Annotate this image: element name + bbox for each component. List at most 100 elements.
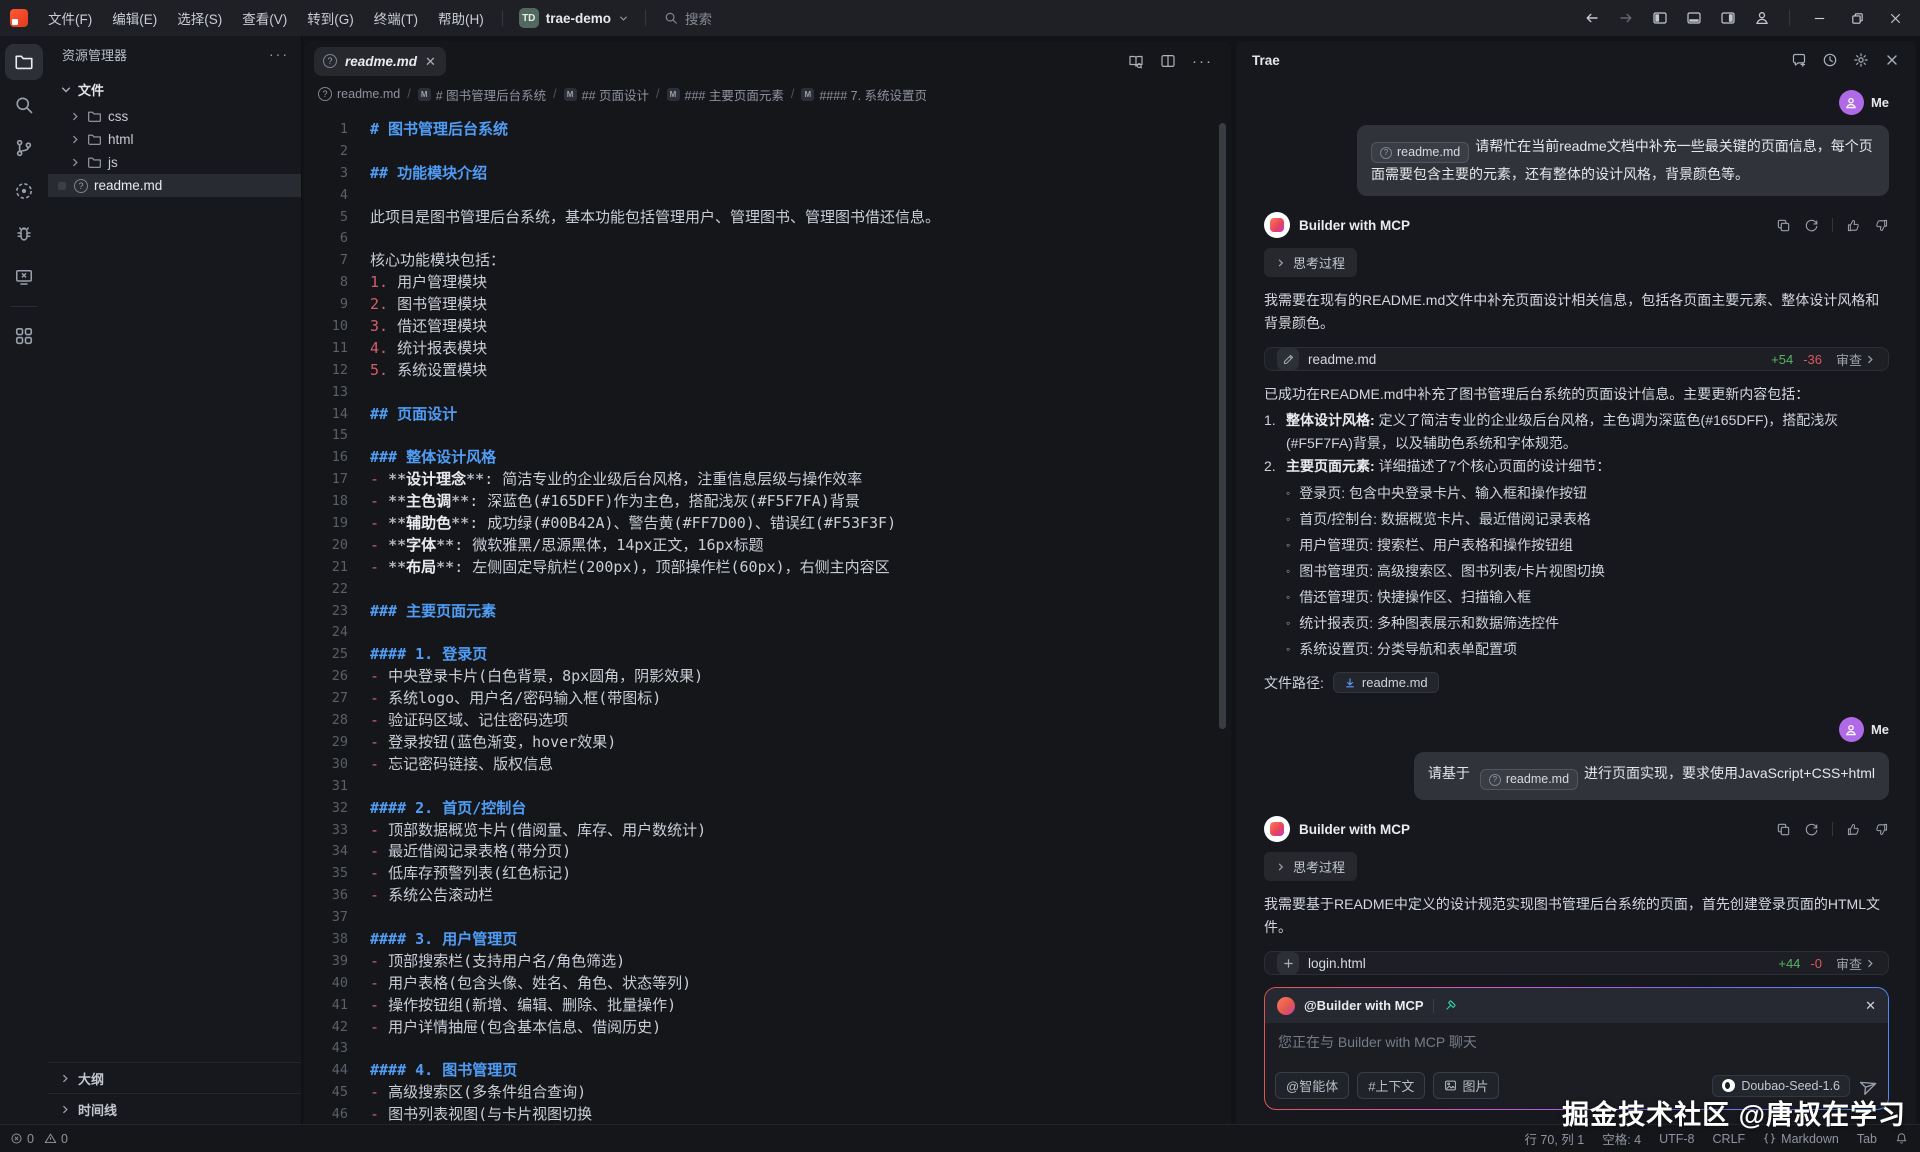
code-line[interactable]: 29- 登录按钮(蓝色渐变，hover效果) [304,732,1231,754]
code-line[interactable]: 17- **设计理念**: 简洁专业的企业级后台风格，注重信息层级与操作效率 [304,469,1231,491]
thumbs-up-icon[interactable] [1846,822,1861,837]
review-button[interactable]: 审查 [1836,350,1876,369]
code-editor[interactable]: 1# 图书管理后台系统23## 功能模块介绍45此项目是图书管理后台系统，基本功… [304,107,1231,1124]
agent-mention-button[interactable]: @智能体 [1275,1072,1349,1099]
close-icon[interactable] [1884,52,1900,68]
tab-focus-mode[interactable]: Tab [1857,1132,1877,1146]
breadcrumb-h1[interactable]: M# 图书管理后台系统 [418,85,546,104]
file-reference-chip[interactable]: ?readme.md [1371,142,1469,163]
account-button[interactable] [1747,5,1777,31]
code-line[interactable]: 44#### 4. 图书管理页 [304,1060,1231,1082]
code-line[interactable]: 6 [304,228,1231,250]
code-line[interactable]: 34- 最近借阅记录表格(带分页) [304,841,1231,863]
editor-scrollbar[interactable] [1219,123,1226,729]
menu-selection[interactable]: 选择(S) [167,3,232,33]
code-line[interactable]: 1# 图书管理后台系统 [304,119,1231,141]
code-line[interactable]: 16### 整体设计风格 [304,447,1231,469]
nav-back-button[interactable] [1577,5,1607,31]
activity-search[interactable] [5,87,43,123]
breadcrumb-h3[interactable]: M### 主要页面元素 [667,85,784,104]
code-line[interactable]: 18- **主色调**: 深蓝色(#165DFF)作为主色，搭配浅灰(#F5F7… [304,491,1231,513]
split-editor-icon[interactable] [1160,53,1176,69]
window-restore-button[interactable] [1840,4,1874,32]
menu-terminal[interactable]: 终端(T) [364,3,428,33]
tree-item-js[interactable]: js [48,151,301,174]
chat-message-list[interactable]: Me ?readme.md请帮忙在当前readme文档中补充一些最关键的页面信息… [1236,79,1916,975]
gear-icon[interactable] [1853,52,1869,68]
code-line[interactable]: 28- 验证码区域、记住密码选项 [304,710,1231,732]
code-line[interactable]: 3## 功能模块介绍 [304,163,1231,185]
code-line[interactable]: 2 [304,141,1231,163]
toggle-sidebar-button[interactable] [1645,5,1675,31]
window-close-button[interactable] [1878,4,1912,32]
menu-edit[interactable]: 编辑(E) [102,3,167,33]
editor-more-button[interactable]: ··· [1192,53,1213,70]
breadcrumb-h4[interactable]: M#### 7. 系统设置页 [801,85,927,104]
breadcrumb-file[interactable]: ?readme.md [318,87,400,101]
explorer-more-button[interactable]: ··· [269,46,289,62]
tree-item-readme[interactable]: ? readme.md [48,174,301,197]
code-line[interactable]: 92. 图书管理模块 [304,294,1231,316]
code-line[interactable]: 103. 借还管理模块 [304,316,1231,338]
code-line[interactable]: 24 [304,622,1231,644]
code-line[interactable]: 37 [304,907,1231,929]
code-line[interactable]: 33- 顶部数据概览卡片(借阅量、库存、用户数统计) [304,820,1231,842]
regenerate-icon[interactable] [1804,822,1819,837]
tree-item-html[interactable]: html [48,128,301,151]
thumbs-down-icon[interactable] [1874,218,1889,233]
code-line[interactable]: 30- 忘记密码链接、版权信息 [304,754,1231,776]
eol-sequence[interactable]: CRLF [1713,1132,1746,1146]
code-line[interactable]: 46- 图书列表视图(与卡片视图切换 [304,1104,1231,1124]
file-change-card-readme[interactable]: readme.md +54 -36 审查 [1264,347,1889,371]
code-line[interactable]: 81. 用户管理模块 [304,272,1231,294]
menu-view[interactable]: 查看(V) [232,3,297,33]
notifications-bell[interactable] [1895,1132,1908,1145]
code-line[interactable]: 15 [304,425,1231,447]
new-chat-icon[interactable] [1791,52,1807,68]
code-line[interactable]: 25#### 1. 登录页 [304,644,1231,666]
toggle-secondary-sidebar-button[interactable] [1713,5,1743,31]
activity-debug[interactable] [5,216,43,252]
tab-close-button[interactable]: ✕ [425,55,436,68]
language-mode[interactable]: Markdown [1763,1132,1839,1146]
code-line[interactable]: 40- 用户表格(包含头像、姓名、角色、状态等列) [304,973,1231,995]
code-line[interactable]: 20- **字体**: 微软雅黑/思源黑体，14px正文，16px标题 [304,535,1231,557]
copy-icon[interactable] [1776,822,1791,837]
toggle-panel-button[interactable] [1679,5,1709,31]
code-line[interactable]: 22 [304,579,1231,601]
breadcrumb-h2[interactable]: M## 页面设计 [564,85,649,104]
project-switcher[interactable]: TD trae-demo [511,5,637,31]
timeline-panel-header[interactable]: 时间线 [48,1093,301,1124]
code-line[interactable]: 14## 页面设计 [304,404,1231,426]
code-line[interactable]: 32#### 2. 首页/控制台 [304,798,1231,820]
code-line[interactable]: 38#### 3. 用户管理页 [304,929,1231,951]
code-line[interactable]: 114. 统计报表模块 [304,338,1231,360]
code-line[interactable]: 41- 操作按钮组(新增、编辑、删除、批量操作) [304,995,1231,1017]
code-line[interactable]: 43 [304,1038,1231,1060]
code-line[interactable]: 13 [304,382,1231,404]
explorer-section-files[interactable]: 文件 [48,72,301,105]
review-button[interactable]: 审查 [1836,954,1876,973]
thumbs-up-icon[interactable] [1846,218,1861,233]
code-line[interactable]: 21- **布局**: 左侧固定导航栏(200px)，顶部操作栏(60px)，右… [304,557,1231,579]
clear-agent-button[interactable]: ✕ [1865,998,1876,1014]
code-line[interactable]: 19- **辅助色**: 成功绿(#00B42A)、警告黄(#FF7D00)、错… [304,513,1231,535]
activity-explorer[interactable] [5,44,43,80]
window-minimize-button[interactable] [1802,4,1836,32]
thumbs-down-icon[interactable] [1874,822,1889,837]
problems-summary[interactable]: 0 0 [10,1132,68,1146]
activity-source-control[interactable] [5,130,43,166]
code-line[interactable]: 7核心功能模块包括： [304,250,1231,272]
tree-item-css[interactable]: css [48,105,301,128]
menu-file[interactable]: 文件(F) [38,3,102,33]
send-button[interactable] [1860,1077,1878,1095]
thinking-process-toggle[interactable]: 思考过程 [1264,248,1357,277]
nav-forward-button[interactable] [1611,5,1641,31]
tab-readme[interactable]: ? readme.md ✕ [314,47,446,76]
code-line[interactable]: 45- 高级搜索区(多条件组合查询) [304,1082,1231,1104]
context-button[interactable]: #上下文 [1357,1072,1425,1099]
history-icon[interactable] [1822,52,1838,68]
thinking-process-toggle[interactable]: 思考过程 [1264,852,1357,881]
markdown-preview-icon[interactable] [1128,53,1144,69]
menu-goto[interactable]: 转到(G) [297,3,364,33]
